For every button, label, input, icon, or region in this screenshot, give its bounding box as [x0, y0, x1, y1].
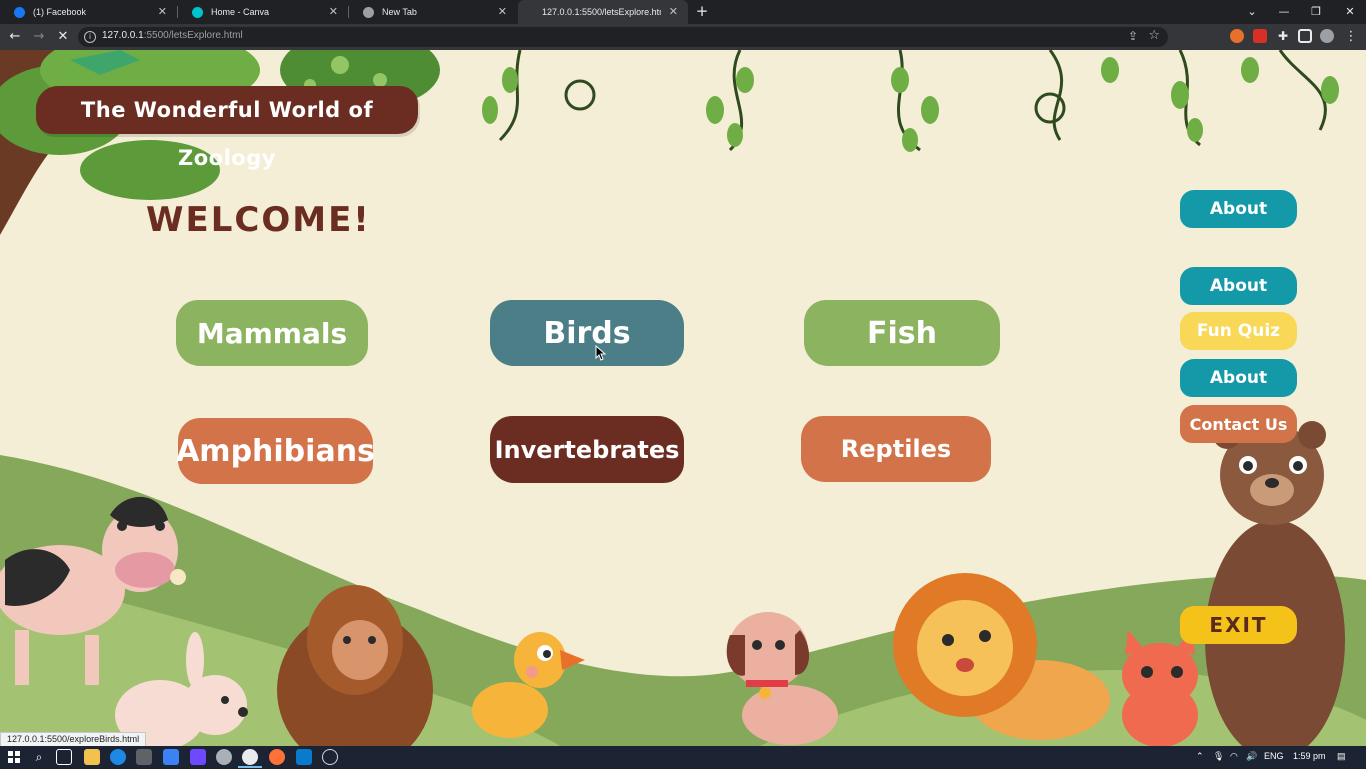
new-tab-button[interactable]: +	[693, 2, 711, 20]
birds-button[interactable]: Birds	[490, 300, 684, 366]
windows-start-icon[interactable]	[6, 749, 22, 765]
clock[interactable]: 1:59 pm	[1293, 751, 1326, 761]
input-language[interactable]: ENG	[1264, 751, 1284, 761]
back-icon[interactable]: ←	[6, 28, 24, 46]
star-icon[interactable]: ☆	[1148, 28, 1160, 43]
close-tab-icon[interactable]: ✕	[669, 6, 678, 18]
info-icon[interactable]: i	[84, 31, 96, 43]
edge-icon[interactable]	[110, 749, 126, 765]
page-content: The Wonderful World of Zoology WELCOME! …	[0, 50, 1366, 746]
about-button[interactable]: About	[1180, 359, 1297, 397]
chrome-icon[interactable]	[242, 749, 258, 765]
site-title: The Wonderful World of Zoology	[36, 86, 418, 170]
stop-icon[interactable]: ✕	[54, 28, 72, 46]
browser-tab-bar: (1) Facebook ✕ Home - Canva ✕ New Tab ✕ …	[0, 0, 1366, 24]
mammals-button[interactable]: Mammals	[176, 300, 368, 366]
volume-icon[interactable]: 🔊	[1246, 751, 1257, 762]
tab-label: New Tab	[382, 7, 417, 17]
url-path: :5500/letsExplore.html	[143, 30, 243, 41]
menu-icon[interactable]: ⋮	[1342, 28, 1360, 46]
invertebrates-button[interactable]: Invertebrates	[490, 416, 684, 483]
file-explorer-icon[interactable]	[84, 749, 100, 765]
minimize-button[interactable]: —	[1268, 0, 1300, 24]
about-button[interactable]: About	[1180, 267, 1297, 305]
tab-facebook[interactable]: (1) Facebook ✕	[0, 0, 177, 24]
cat-illustration	[1122, 630, 1198, 746]
about-button[interactable]: About	[1180, 190, 1297, 228]
app-icon[interactable]	[216, 749, 232, 765]
url-host: 127.0.0.1	[102, 30, 144, 41]
close-window-button[interactable]: ✕	[1334, 0, 1366, 24]
firefox-icon[interactable]	[269, 749, 285, 765]
maximize-button[interactable]: ❐	[1300, 0, 1332, 24]
bear-illustration	[1205, 421, 1345, 746]
url-text: 127.0.0.1:5500/letsExplore.html	[102, 30, 243, 41]
share-icon[interactable]: ⇪	[1128, 29, 1138, 43]
tab-label: Home - Canva	[211, 7, 270, 17]
store-icon[interactable]	[136, 749, 152, 765]
settings-icon[interactable]	[322, 749, 338, 765]
mail-icon[interactable]	[163, 749, 179, 765]
tab-label: (1) Facebook	[33, 7, 87, 17]
metamask-extension-icon[interactable]	[1230, 29, 1244, 43]
extension-icon[interactable]: ✚	[1276, 29, 1290, 43]
chrome-icon	[363, 6, 374, 18]
facebook-icon	[14, 6, 25, 18]
tray-chevron-icon[interactable]: ⌃	[1196, 751, 1204, 762]
search-icon[interactable]: ⌕	[31, 749, 47, 765]
tab-search-icon[interactable]: ⌄	[1236, 0, 1268, 24]
link-status-url: 127.0.0.1:5500/exploreBirds.html	[0, 732, 147, 747]
vscode-icon[interactable]	[296, 749, 312, 765]
close-tab-icon[interactable]: ✕	[498, 6, 507, 18]
amphibians-button[interactable]: Amphibians	[176, 418, 375, 484]
exit-button[interactable]: EXIT	[1180, 606, 1297, 644]
notifications-icon[interactable]: ▤	[1337, 751, 1346, 762]
welcome-heading: WELCOME!	[146, 200, 371, 240]
url-field[interactable]: i 127.0.0.1:5500/letsExplore.html ⇪ ☆	[78, 27, 1168, 47]
fish-button[interactable]: Fish	[804, 300, 1000, 366]
address-bar: ← → ✕ i 127.0.0.1:5500/letsExplore.html …	[0, 24, 1366, 50]
canva-icon	[192, 6, 203, 18]
wifi-icon[interactable]: ◠	[1230, 751, 1238, 762]
microphone-icon[interactable]: 🎙	[1213, 751, 1224, 762]
app-icon[interactable]	[190, 749, 206, 765]
tab-lets-explore[interactable]: 127.0.0.1:5500/letsExplore.html ✕	[518, 0, 688, 24]
close-tab-icon[interactable]: ✕	[329, 6, 338, 18]
mouse-cursor-icon	[595, 345, 607, 361]
tab-label: 127.0.0.1:5500/letsExplore.html	[542, 7, 661, 17]
forward-icon[interactable]: →	[30, 28, 48, 46]
windows-taskbar: ⌕ ⌃ 🎙 ◠ 🔊 ENG 1:59 pm ▤	[0, 746, 1366, 768]
task-view-icon[interactable]	[56, 749, 72, 765]
reptiles-button[interactable]: Reptiles	[801, 416, 991, 482]
fun-quiz-button[interactable]: Fun Quiz	[1180, 312, 1297, 350]
close-tab-icon[interactable]: ✕	[158, 6, 167, 18]
profile-avatar[interactable]	[1320, 29, 1334, 43]
tab-new-tab[interactable]: New Tab ✕	[349, 0, 517, 24]
side-panel-icon[interactable]	[1298, 29, 1312, 43]
tab-canva[interactable]: Home - Canva ✕	[178, 0, 348, 24]
vine-leaves	[482, 57, 1339, 152]
contact-us-button[interactable]: Contact Us	[1180, 405, 1297, 443]
pdf-extension-icon[interactable]	[1253, 29, 1267, 43]
